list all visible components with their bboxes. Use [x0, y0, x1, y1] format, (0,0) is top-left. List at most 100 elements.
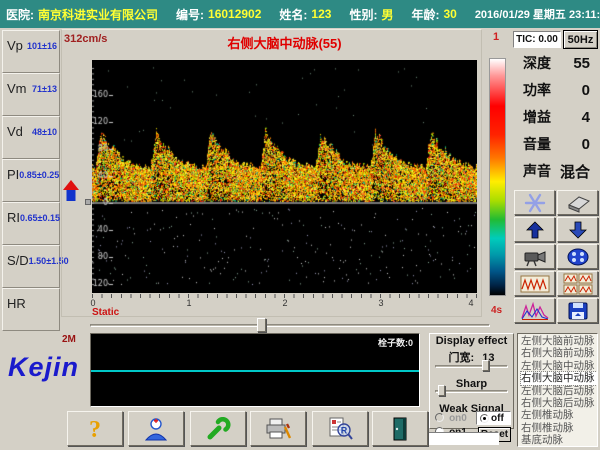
- titlebar: 医院: 南京科进实业有限公司 编号: 16012902 姓名: 123 性别: …: [0, 0, 600, 28]
- ri-cell: RI 0.65±0.15: [2, 202, 60, 245]
- artery-item[interactable]: 右侧大脑后动脉: [521, 397, 597, 409]
- filter-frequency-button[interactable]: 50Hz: [563, 30, 598, 49]
- camera-button[interactable]: [514, 244, 555, 269]
- sound-label: 声音: [523, 161, 551, 181]
- help-button[interactable]: ?: [67, 411, 123, 446]
- artery-item[interactable]: 左侧大脑前动脉: [521, 335, 597, 347]
- patient-id-value: 16012902: [208, 7, 261, 21]
- baseline-knob[interactable]: [85, 199, 91, 205]
- volume-label: 音量: [523, 134, 551, 154]
- volume-value: 0: [582, 136, 590, 153]
- artery-item[interactable]: 左侧大脑后动脉: [521, 385, 597, 397]
- baseline-marker-icon[interactable]: [63, 180, 79, 205]
- x-tick-2: 2: [279, 298, 291, 308]
- vd-label: Vd: [7, 124, 23, 139]
- doppler-spectrum-canvas[interactable]: [92, 60, 477, 293]
- artery-item[interactable]: 右侧大脑前动脉: [521, 347, 597, 359]
- on0-radio[interactable]: [435, 413, 444, 422]
- artery-item[interactable]: 右侧椎动脉: [521, 422, 597, 434]
- artery-item[interactable]: 左侧椎动脉: [521, 409, 597, 421]
- power-row: 功率 0: [515, 79, 598, 101]
- sound-value: 混合: [560, 161, 590, 182]
- sweep-time-label: 4s: [491, 305, 502, 316]
- single-display-button[interactable]: [514, 271, 555, 296]
- weak-signal-on0[interactable]: on0: [435, 412, 467, 424]
- x-tick-1: 1: [183, 298, 195, 308]
- weak-signal-off[interactable]: off: [476, 411, 511, 425]
- emboli-monitor-panel: 栓子数:0: [90, 333, 420, 407]
- vm-value: 71±13: [32, 81, 57, 94]
- age-value: 30: [443, 7, 456, 21]
- exit-button[interactable]: [372, 411, 428, 446]
- pi-value: 0.85±0.25: [19, 167, 59, 180]
- spectrum-scroll-thumb[interactable]: [257, 318, 266, 332]
- mmode-label: 2M: [62, 334, 76, 345]
- spectrum-scroll-track[interactable]: [90, 324, 490, 327]
- sharp-thumb[interactable]: [438, 385, 445, 396]
- film-reel-icon: [565, 246, 591, 268]
- printer-icon: [263, 416, 293, 442]
- pi-label: PI: [7, 167, 19, 182]
- on0-label: on0: [449, 413, 467, 424]
- floppy-save-icon: [567, 301, 589, 321]
- tic-field: TIC: 0.00: [513, 31, 561, 48]
- arrow-up-icon: [525, 220, 545, 240]
- age-label: 年龄:: [411, 6, 439, 23]
- gate-width-thumb[interactable]: [482, 360, 489, 371]
- x-tick-4: 4: [465, 298, 477, 308]
- vp-cell: Vp 101±16: [2, 30, 60, 73]
- sharp-track[interactable]: [435, 390, 508, 393]
- gate-width-track[interactable]: [435, 365, 508, 368]
- patient-info-button[interactable]: [128, 411, 184, 446]
- wrench-icon: [205, 417, 231, 441]
- patient-name-value: 123: [311, 7, 331, 21]
- save-button[interactable]: [557, 298, 598, 323]
- hospital-value: 南京科进实业有限公司: [38, 6, 158, 23]
- hr-label: HR: [7, 296, 26, 311]
- print-button[interactable]: [250, 411, 306, 446]
- erase-button[interactable]: [557, 190, 598, 215]
- gender-value: 男: [381, 6, 393, 23]
- snowflake-icon: [523, 192, 547, 214]
- vm-cell: Vm 71±13: [2, 73, 60, 116]
- hospital-label: 医院:: [6, 6, 34, 23]
- question-mark-icon: ?: [84, 416, 106, 442]
- static-status-label: Static: [92, 307, 119, 318]
- arrow-down-icon: [568, 220, 588, 240]
- gain-row: 增益 4: [515, 106, 598, 128]
- sd-label: S/D: [7, 253, 29, 268]
- gate-width-row: 门宽: 13: [430, 349, 513, 365]
- emboli-baseline: [91, 370, 419, 372]
- depth-up-button[interactable]: [514, 217, 555, 242]
- artery-item[interactable]: 左侧大脑中动脉: [521, 360, 597, 372]
- freeze-button[interactable]: [514, 190, 555, 215]
- quad-display-button[interactable]: [557, 271, 598, 296]
- artery-item[interactable]: 基底动脉: [521, 434, 597, 446]
- kejin-logo: Kejin: [8, 352, 79, 383]
- artery-item[interactable]: 右侧大脑中动脉: [521, 372, 597, 384]
- display-effect-panel: Display effect 门宽: 13 Sharp Weak Signal …: [429, 333, 514, 429]
- gain-value: 4: [582, 109, 590, 126]
- off-label: off: [491, 413, 504, 424]
- page-indicator: 1: [493, 31, 499, 43]
- eraser-icon: [565, 193, 591, 213]
- tools-button[interactable]: [190, 411, 246, 446]
- doppler-colorbar: [489, 58, 506, 296]
- spectrum-analysis-button[interactable]: [514, 298, 555, 323]
- depth-down-button[interactable]: [557, 217, 598, 242]
- display-effect-title: Display effect: [430, 334, 513, 347]
- volume-row: 音量 0: [515, 133, 598, 155]
- svg-text:?: ?: [89, 417, 101, 442]
- quad-trace-icon: [563, 273, 593, 295]
- vd-cell: Vd 48±10: [2, 116, 60, 159]
- patient-name-label: 姓名:: [279, 6, 307, 23]
- power-value: 0: [582, 82, 590, 99]
- film-reel-button[interactable]: [557, 244, 598, 269]
- report-magnifier-icon: R: [326, 416, 354, 442]
- vp-label: Vp: [7, 38, 23, 53]
- off-radio[interactable]: [480, 414, 489, 423]
- artery-list[interactable]: 左侧大脑前动脉 右侧大脑前动脉 左侧大脑中动脉 右侧大脑中动脉 左侧大脑后动脉 …: [517, 333, 598, 447]
- report-review-button[interactable]: R: [312, 411, 368, 446]
- vm-label: Vm: [7, 81, 27, 96]
- gain-label: 增益: [523, 107, 551, 127]
